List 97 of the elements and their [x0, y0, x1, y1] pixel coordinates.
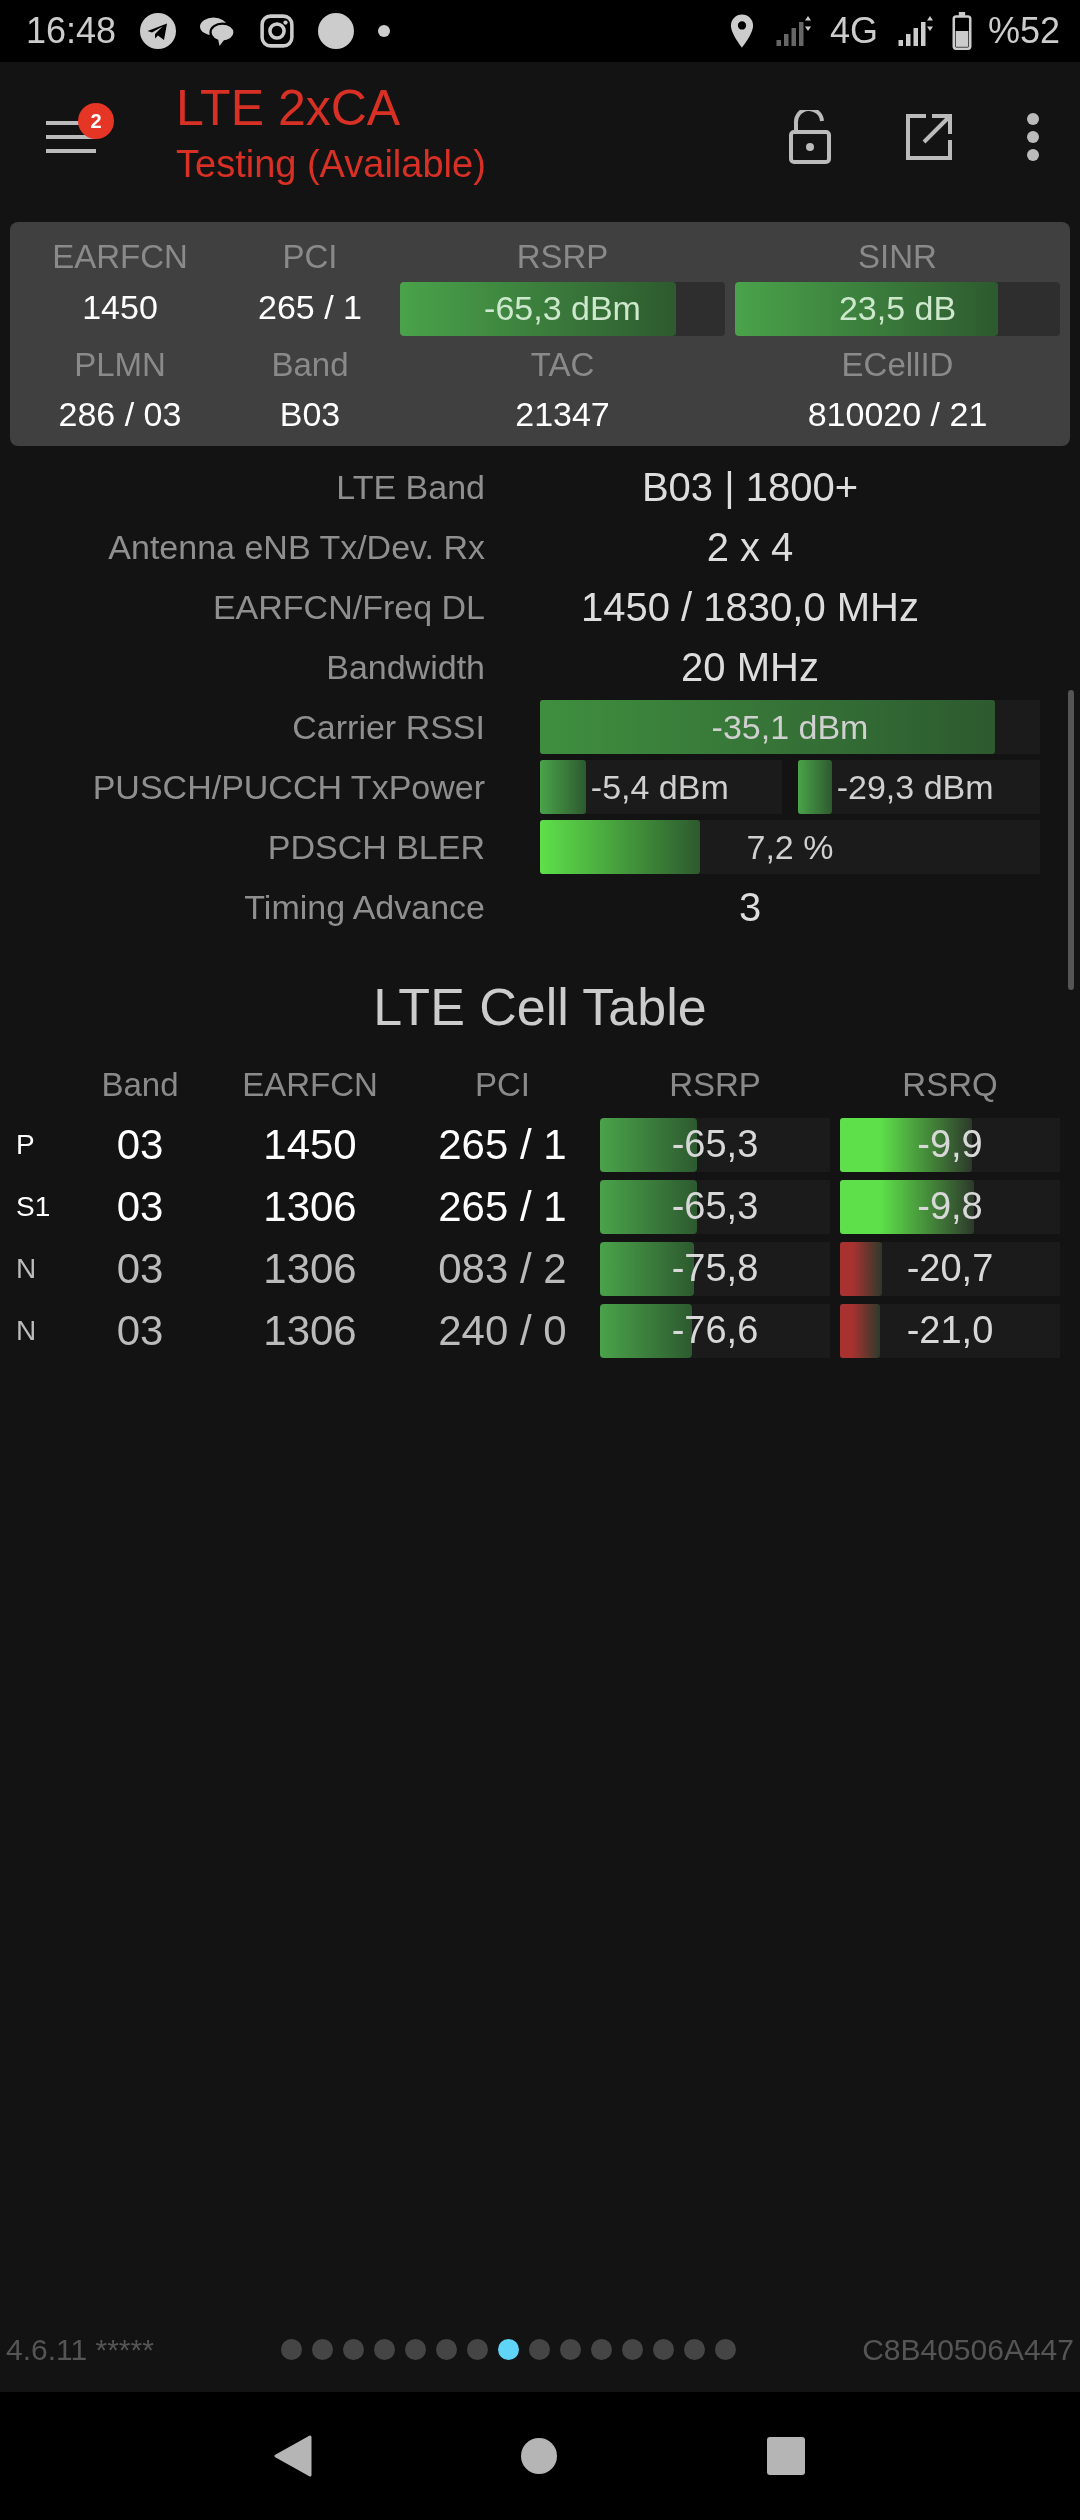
app-subtitle: Testing (Available)	[176, 142, 486, 187]
version-label: 4.6.11 *****	[6, 2332, 154, 2368]
meter-reading: 23,5 dB	[838, 288, 957, 329]
table-cell-text: 265 / 1	[437, 1181, 568, 1232]
field-value: B03	[278, 394, 342, 435]
field-label: SINR	[857, 237, 938, 277]
page-indicator-dot[interactable]	[497, 2339, 519, 2360]
row-value: 2 x 4	[705, 524, 795, 571]
page-indicator-dot[interactable]	[683, 2339, 705, 2360]
page-indicator-dot[interactable]	[311, 2339, 333, 2360]
row-value: 20 MHz	[680, 644, 820, 691]
meter-reading: -65,3	[671, 1122, 759, 1167]
page-indicator-dot[interactable]	[342, 2339, 364, 2360]
page-indicator-dot[interactable]	[435, 2339, 457, 2360]
table-cell-text: 03	[115, 1181, 165, 1232]
field-value: 1450	[81, 286, 159, 328]
cell-type: N	[15, 1251, 38, 1286]
paper-plane-icon	[140, 13, 177, 49]
row-label: Carrier RSSI	[291, 707, 485, 748]
row-label: LTE Band	[335, 467, 485, 508]
page-indicator-dot[interactable]	[621, 2339, 643, 2360]
field-value: 265 / 1	[257, 286, 363, 328]
column-header: PCI	[474, 1065, 531, 1105]
field-value: 286 / 03	[57, 394, 183, 435]
back-icon[interactable]	[274, 2435, 312, 2477]
cell-type: P	[15, 1127, 36, 1162]
meter-reading: -65,3	[671, 1184, 759, 1229]
column-header: RSRP	[668, 1065, 762, 1105]
row-value: B03 | 1800+	[640, 464, 860, 511]
device-id: C8B40506A447	[862, 2332, 1074, 2368]
row-label: Antenna eNB Tx/Dev. Rx	[107, 527, 485, 568]
battery-icon	[951, 12, 972, 50]
notification-badge: 2	[78, 103, 114, 139]
field-label: RSRP	[515, 237, 610, 277]
meter-reading: -21,0	[906, 1308, 994, 1353]
external-link-icon[interactable]	[904, 112, 954, 162]
meter-reading: -29,3 dBm	[835, 766, 994, 808]
row-label: Bandwidth	[325, 647, 485, 688]
app-title: LTE 2xCA	[176, 81, 402, 136]
home-icon[interactable]	[520, 2437, 558, 2475]
meter-reading: -75,8	[671, 1246, 759, 1291]
table-cell-text: 03	[115, 1243, 165, 1294]
field-label: TAC	[529, 344, 596, 385]
page-indicator-dot[interactable]	[559, 2339, 581, 2360]
cell-type: S1	[15, 1189, 52, 1224]
recents-icon[interactable]	[766, 2436, 806, 2476]
dot-icon	[378, 25, 391, 37]
meter-reading: -20,7	[906, 1246, 994, 1291]
row-label: Timing Advance	[243, 887, 485, 928]
field-label: PCI	[281, 237, 339, 277]
battery-percent: %52	[987, 9, 1060, 53]
meter-reading: -9,8	[917, 1184, 983, 1229]
table-cell-text: 240 / 0	[437, 1305, 568, 1356]
unlocked-padlock-icon[interactable]	[788, 110, 832, 164]
table-cell-text: 1306	[262, 1181, 358, 1232]
table-cell-text: 1306	[262, 1305, 358, 1356]
row-value: 1450 / 1830,0 MHz	[580, 584, 920, 631]
network-type: 4G	[829, 9, 878, 53]
meter-reading: 7,2 %	[746, 826, 834, 868]
row-label: PDSCH BLER	[266, 827, 485, 868]
page-indicator-dot[interactable]	[404, 2339, 426, 2360]
row-value: 3	[737, 884, 763, 931]
table-cell-text: 03	[115, 1119, 165, 1170]
page-indicator-dot[interactable]	[714, 2339, 736, 2360]
field-label: Band	[270, 344, 350, 385]
status-time: 16:48	[26, 9, 117, 53]
column-header: Band	[100, 1065, 180, 1105]
page-indicator-dot[interactable]	[590, 2339, 612, 2360]
meter-reading: -76,6	[671, 1308, 759, 1353]
more-options-icon[interactable]	[1026, 112, 1040, 162]
meter-reading: -65,3 dBm	[484, 288, 641, 329]
row-label: EARFCN/Freq DL	[211, 587, 485, 628]
table-cell-text: 1306	[262, 1243, 358, 1294]
page-indicator-dot[interactable]	[280, 2339, 302, 2360]
meter-reading: -9,9	[917, 1122, 983, 1167]
table-cell-text: 03	[115, 1305, 165, 1356]
field-label: ECellID	[840, 344, 955, 385]
meter-reading: -35,1 dBm	[711, 706, 869, 748]
page-indicator-dot[interactable]	[373, 2339, 395, 2360]
page-indicator-dot[interactable]	[466, 2339, 488, 2360]
table-cell-text: 265 / 1	[437, 1119, 568, 1170]
page-indicator-dot[interactable]	[652, 2339, 674, 2360]
camera-icon	[260, 14, 295, 48]
cell-type: N	[15, 1313, 38, 1348]
row-label: PUSCH/PUCCH TxPower	[91, 767, 485, 808]
page-indicator-dot[interactable]	[528, 2339, 550, 2360]
section-title: LTE Cell Table	[372, 977, 708, 1038]
column-header: RSRQ	[901, 1065, 999, 1105]
table-cell-text: 083 / 2	[437, 1243, 568, 1294]
circle-icon	[318, 13, 355, 49]
table-cell-text: 1450	[262, 1119, 358, 1170]
field-label: PLMN	[73, 344, 167, 385]
field-value: 21347	[514, 394, 611, 435]
field-label: EARFCN	[51, 237, 189, 277]
meter-reading: -5,4 dBm	[589, 766, 729, 808]
field-value: 810020 / 21	[806, 394, 989, 435]
column-header: EARFCN	[241, 1065, 379, 1105]
